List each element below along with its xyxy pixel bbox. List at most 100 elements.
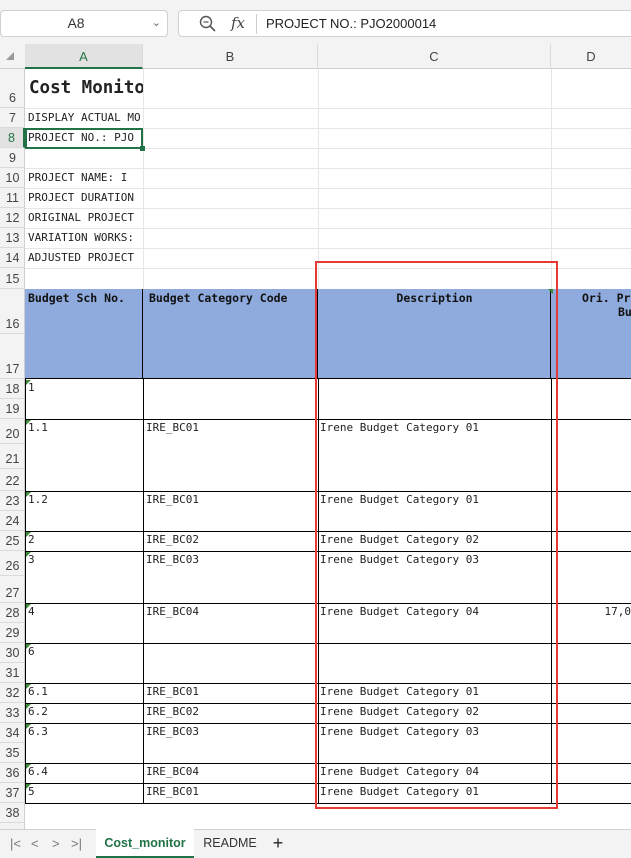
cell-sch-no[interactable]: 5 [28, 785, 140, 799]
gridline [25, 108, 631, 109]
comment-indicator [26, 380, 31, 385]
add-sheet-icon[interactable]: + [268, 829, 288, 858]
cell-category-code[interactable]: IRE_BC04 [146, 605, 314, 619]
row-header-26[interactable]: 26 [0, 551, 25, 576]
next-sheet-icon[interactable]: > [52, 836, 60, 851]
active-cell-a8[interactable] [25, 128, 143, 149]
header-label-budget-1: Ori. Pro [582, 291, 631, 305]
row-header-38[interactable]: 38 [0, 803, 25, 823]
info-line-original: ORIGINAL PROJECT [28, 211, 134, 224]
header-label-code: Budget Category Code [149, 291, 288, 305]
prev-sheet-icon[interactable]: < [31, 836, 39, 851]
comment-indicator [26, 552, 31, 557]
cell-category-code[interactable]: IRE_BC02 [146, 533, 314, 547]
column-header-a[interactable]: A [25, 44, 143, 69]
tab-readme[interactable]: README [196, 829, 264, 858]
highlight-box-description [315, 261, 558, 809]
comment-indicator [26, 644, 31, 649]
cell-category-code[interactable]: IRE_BC03 [146, 553, 314, 567]
cell-sch-no[interactable]: 1.1 [28, 421, 140, 435]
row-header-16[interactable]: 16 [0, 289, 25, 334]
cell-sch-no[interactable]: 6.3 [28, 725, 140, 739]
comment-indicator [26, 764, 31, 769]
function-icon[interactable]: fx [231, 14, 245, 32]
first-sheet-icon[interactable]: |< [10, 836, 21, 851]
row-header-6[interactable]: 6 [0, 69, 25, 108]
row-header-10[interactable]: 10 [0, 168, 25, 188]
row-header-31[interactable]: 31 [0, 663, 25, 683]
row-header-32[interactable]: 32 [0, 683, 25, 703]
row-header-27[interactable]: 27 [0, 576, 25, 603]
cell-category-code[interactable]: IRE_BC01 [146, 785, 314, 799]
column-header-b[interactable]: B [143, 44, 318, 69]
row-header-13[interactable]: 13 [0, 228, 25, 248]
cell-sch-no[interactable]: 1 [28, 381, 140, 395]
chevron-down-icon[interactable]: ⌄ [152, 11, 161, 36]
zoom-icon[interactable] [198, 14, 218, 34]
row-header-15[interactable]: 15 [0, 268, 25, 289]
cell-category-code[interactable]: IRE_BC01 [146, 493, 314, 507]
gridline [318, 69, 319, 289]
sheet-tab-bar [0, 829, 631, 858]
info-line-variation: VARIATION WORKS: [28, 231, 134, 244]
row-header-21[interactable]: 21 [0, 444, 25, 469]
comment-indicator [26, 492, 31, 497]
row-header-34[interactable]: 34 [0, 723, 25, 743]
column-border [25, 379, 26, 803]
cell-sch-no[interactable]: 6.2 [28, 705, 140, 719]
cell-category-code[interactable]: IRE_BC03 [146, 725, 314, 739]
comment-indicator [26, 420, 31, 425]
comment-indicator [26, 704, 31, 709]
cell-category-code[interactable]: IRE_BC01 [146, 685, 314, 699]
gridline [25, 168, 631, 169]
cell-sch-no[interactable]: 2 [28, 533, 140, 547]
sheet-title: Cost Monito [29, 78, 143, 98]
column-header-d[interactable]: D [551, 44, 631, 69]
header-label-budget-2: Bu [618, 305, 631, 319]
row-header-28[interactable]: 28 [0, 603, 25, 623]
gridline [25, 228, 631, 229]
row-header-7[interactable]: 7 [0, 108, 25, 128]
row-header-20[interactable]: 20 [0, 419, 25, 444]
last-sheet-icon[interactable]: >| [71, 836, 82, 851]
comment-indicator [26, 784, 31, 789]
column-border [143, 379, 144, 803]
name-box[interactable]: A8 ⌄ [0, 10, 168, 37]
row-header-35[interactable]: 35 [0, 743, 25, 763]
row-header-23[interactable]: 23 [0, 491, 25, 511]
cell-sch-no[interactable]: 6 [28, 645, 140, 659]
fill-handle[interactable] [140, 146, 145, 151]
row-header-14[interactable]: 14 [0, 248, 25, 268]
select-all-corner[interactable] [6, 52, 14, 60]
cell-sch-no[interactable]: 1.2 [28, 493, 140, 507]
comment-indicator [26, 724, 31, 729]
row-header-17[interactable]: 17 [0, 334, 25, 379]
cell-sch-no[interactable]: 6.4 [28, 765, 140, 779]
row-header-33[interactable]: 33 [0, 703, 25, 723]
formula-text[interactable]: PROJECT NO.: PJO2000014 [266, 12, 436, 36]
row-header-37[interactable]: 37 [0, 783, 25, 803]
row-header-9[interactable]: 9 [0, 148, 25, 168]
row-header-30[interactable]: 30 [0, 643, 25, 663]
gridline [551, 69, 552, 289]
row-header-11[interactable]: 11 [0, 188, 25, 208]
row-header-24[interactable]: 24 [0, 511, 25, 531]
row-header-18[interactable]: 18 [0, 379, 25, 399]
row-header-19[interactable]: 19 [0, 399, 25, 419]
row-header-29[interactable]: 29 [0, 623, 25, 643]
cell-category-code[interactable]: IRE_BC02 [146, 705, 314, 719]
row-header-8[interactable]: 8 [0, 128, 25, 148]
column-header-c[interactable]: C [318, 44, 551, 69]
cell-category-code[interactable]: IRE_BC04 [146, 765, 314, 779]
gridline [25, 248, 631, 249]
row-header-22[interactable]: 22 [0, 469, 25, 491]
cell-budget[interactable]: 17,0 [551, 605, 631, 619]
row-header-25[interactable]: 25 [0, 531, 25, 551]
cell-category-code[interactable]: IRE_BC01 [146, 421, 314, 435]
cell-sch-no[interactable]: 6.1 [28, 685, 140, 699]
cell-sch-no[interactable]: 3 [28, 553, 140, 567]
info-line-project-name: PROJECT NAME: I [28, 171, 128, 184]
row-header-36[interactable]: 36 [0, 763, 25, 783]
cell-sch-no[interactable]: 4 [28, 605, 140, 619]
row-header-12[interactable]: 12 [0, 208, 25, 228]
